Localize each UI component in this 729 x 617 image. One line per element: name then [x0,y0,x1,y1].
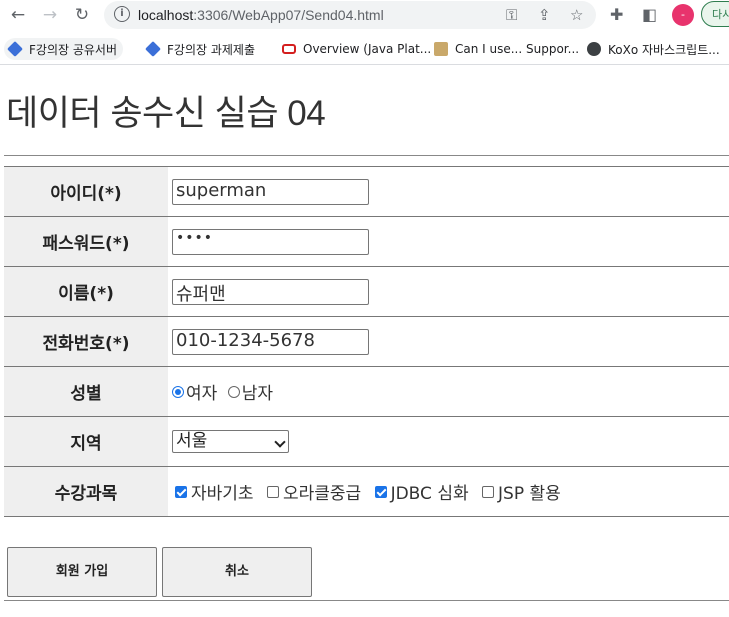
gender-male-label[interactable]: 남자 [242,384,273,404]
gender-male-radio[interactable] [227,385,240,398]
bookmark-label: Overview (Java Plat... [303,42,432,56]
subject-jsp-label[interactable]: JSP 활용 [498,484,561,504]
page-title: 데이터 송수신 실습 04 [6,94,326,133]
subject-jdbc-checkbox[interactable] [374,485,387,498]
bookmark-item[interactable]: F강의장 공유서버 [4,38,123,60]
table-row: 지역 서울 [4,416,729,467]
gender-label: 성별 [4,366,168,417]
submit-button[interactable]: 회원 가입 [7,547,157,597]
update-button[interactable]: 다시 [701,1,729,27]
chevron-down-icon [274,436,286,448]
table-row: 패스워드(*) •••• [4,216,729,267]
subject-oracle-label[interactable]: 오라클중급 [283,484,361,504]
site-info-icon[interactable]: i [114,6,130,22]
cube-icon [7,41,23,57]
back-arrow-icon[interactable]: ← [6,3,30,27]
bookmark-label: F강의장 공유서버 [29,42,117,57]
side-panel-icon[interactable]: ◧ [642,5,657,24]
bottom-divider [4,600,729,601]
bookmark-item[interactable]: KoXo 자바스크립트... [587,38,720,60]
url-text[interactable]: localhost:3306/WebApp07/Send04.html [138,7,384,23]
cube-icon [145,41,161,57]
table-row: 수강과목 자바기초 오라클중급 JDBC 심화 JSP 활용 [4,466,729,517]
table-row: 성별 여자 남자 [4,366,729,417]
id-input[interactable]: superman [172,178,369,205]
subject-jsp-checkbox[interactable] [482,485,495,498]
table-row: 전화번호(*) 010-1234-5678 [4,316,729,367]
table-row: 아이디(*) superman [4,166,729,217]
tel-input[interactable]: 010-1234-5678 [172,328,369,355]
profile-avatar[interactable]: - [672,4,694,26]
subject-jdbc-label[interactable]: JDBC 심화 [391,484,469,504]
address-bar[interactable]: i localhost:3306/WebApp07/Send04.html ⚿ … [104,1,596,29]
reload-icon[interactable]: ↻ [70,3,94,27]
gender-female-label[interactable]: 여자 [186,384,217,404]
subject-java-label[interactable]: 자바기초 [191,484,254,504]
bookmark-label: Can I use... Suppor... [455,42,580,56]
url-host: localhost [138,7,194,23]
oracle-icon [282,44,296,54]
bookmark-item[interactable]: Overview (Java Plat... [282,38,431,60]
bookmark-star-icon[interactable]: ☆ [570,6,583,24]
bookmark-label: KoXo 자바스크립트... [608,42,720,57]
title-divider [4,155,729,156]
caniuse-icon [434,42,448,56]
region-select[interactable]: 서울 [172,430,289,453]
table-row: 이름(*) 슈퍼맨 [4,266,729,317]
region-label: 지역 [4,416,168,467]
bookmark-label: F강의장 과제제출 [167,42,255,57]
id-label: 아이디(*) [4,166,168,217]
globe-icon [587,42,601,56]
share-icon[interactable]: ⇪ [538,6,551,24]
gender-female-radio[interactable] [172,385,184,398]
region-selected-value: 서울 [176,431,208,451]
subject-label: 수강과목 [4,466,168,517]
key-icon[interactable]: ⚿ [506,6,517,24]
bookmark-item[interactable]: F강의장 과제제출 [145,38,255,60]
url-path: :3306/WebApp07/Send04.html [193,7,384,23]
bookmark-item[interactable]: Can I use... Suppor... [434,38,579,60]
subject-java-checkbox[interactable] [175,485,187,498]
member-form-table: 아이디(*) superman 패스워드(*) •••• 이름(*) 슈퍼맨 전… [4,166,729,517]
bookmarks-bar: F강의장 공유서버 F강의장 과제제출 Overview (Java Plat.… [0,34,729,65]
password-label: 패스워드(*) [4,216,168,267]
name-input[interactable]: 슈퍼맨 [172,278,369,305]
password-input[interactable]: •••• [172,228,369,255]
extensions-puzzle-icon[interactable]: ✚ [610,5,623,24]
cancel-button[interactable]: 취소 [162,547,312,597]
forward-arrow-icon[interactable]: → [38,3,62,27]
subject-oracle-checkbox[interactable] [266,485,279,498]
name-label: 이름(*) [4,266,168,317]
tel-label: 전화번호(*) [4,316,168,367]
browser-toolbar: ← → ↻ i localhost:3306/WebApp07/Send04.h… [0,0,729,30]
